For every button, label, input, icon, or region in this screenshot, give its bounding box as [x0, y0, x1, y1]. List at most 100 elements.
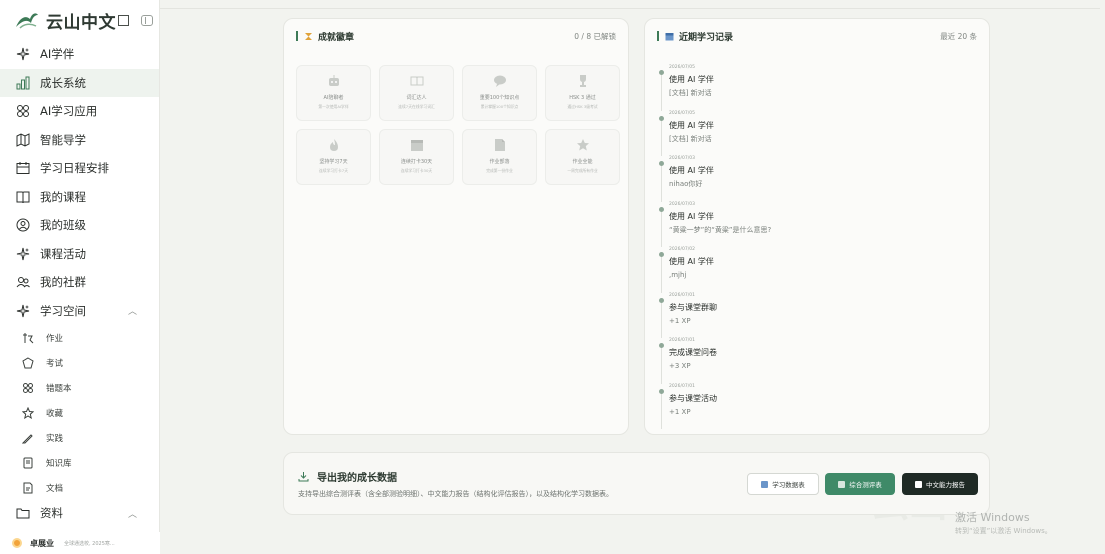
sidebar-sub-item-homework[interactable]: 作业 [0, 325, 159, 350]
accent-bar [296, 31, 298, 41]
sidebar-item-growth[interactable]: 成长系统 [0, 68, 159, 97]
badge-item[interactable]: 连续打卡30天 连续学习打卡30天 [379, 129, 454, 185]
sidebar-item-smart-guide[interactable]: 智能导学 [0, 126, 159, 155]
achievements-card: 成就徽章 0 / 8 已解锁 AI陪聊者 第一次使用AI学伴 词汇达人 连续7天… [283, 18, 629, 435]
record-title: 使用 AI 学伴 [669, 257, 714, 266]
timeline-dot [659, 388, 664, 394]
sidebar-sub-item-knowledge-base[interactable]: 知识库 [0, 450, 159, 475]
record-title: 使用 AI 学伴 [669, 211, 714, 221]
record-title: 使用 AI 学伴 [669, 75, 714, 84]
badge-name: AI陪聊者 [323, 95, 344, 101]
book-icon [16, 190, 30, 204]
avatar [12, 538, 22, 548]
record-date: 2026/07/01 [669, 292, 695, 298]
book-open-icon [22, 457, 34, 469]
note-icon [494, 139, 505, 151]
record-date: 2026/07/03 [669, 156, 695, 161]
sidebar-item-ai-apps[interactable]: AI学习应用 [0, 97, 159, 126]
sidebar-sub-item-favorites[interactable]: 收藏 [0, 400, 159, 425]
sparkle-icon [16, 47, 30, 61]
records-title: 近期学习记录 [679, 32, 734, 43]
badge-item[interactable]: 词汇达人 连续7天在线学习词汇 [379, 65, 454, 121]
sidebar-sub-item-mistakes[interactable]: 错题本 [0, 375, 159, 400]
sidebar-item-schedule[interactable]: 学习日程安排 [0, 154, 159, 183]
sidebar-item-label: 我的课程 [40, 189, 86, 204]
chevron-up-icon[interactable]: ︿ [128, 507, 137, 520]
record-detail: +3 XP [669, 362, 691, 370]
list-item[interactable]: 2026/07/02 使用 AI 学伴 ,mjhj [659, 247, 959, 293]
sidebar-collapse-button[interactable] [141, 14, 153, 26]
list-item[interactable]: 2026/07/05 使用 AI 学伴 [文档] 新对话 [659, 65, 959, 111]
badge-desc: 累计掌握100个知识点 [480, 104, 519, 109]
accent-bar [657, 31, 659, 41]
calendar-icon [410, 140, 423, 151]
user-profile[interactable]: 卓展业 全球通选校, 2025寒... [0, 532, 160, 554]
records-title-wrap: 近期学习记录 [657, 30, 733, 43]
pen-icon [22, 332, 34, 344]
list-item[interactable]: 2026/07/01 参与课堂活动 +1 XP [659, 384, 959, 430]
record-detail: ,mjhj [669, 271, 687, 279]
book-icon [410, 76, 423, 86]
sidebar-item-my-community[interactable]: 我的社群 [0, 268, 159, 297]
export-assessment-button[interactable]: 综合测评表 [825, 473, 895, 495]
export-data-table-button[interactable]: 学习数据表 [747, 473, 819, 495]
button-label: 综合测评表 [849, 481, 882, 489]
record-date: 2026/07/05 [669, 65, 695, 70]
list-item[interactable]: 2026/07/03 使用 AI 学伴 “黄粱一梦”的“黄粱”是什么意思? [659, 202, 959, 248]
sidebar-sub-item-label: 知识库 [46, 458, 72, 469]
list-item[interactable]: 2026/07/01 完成课堂问卷 +3 XP [659, 338, 959, 384]
badge-item[interactable]: 作业部落 完成第一份作业 [462, 129, 537, 185]
record-detail: +1 XP [669, 407, 691, 416]
file-icon [915, 480, 922, 488]
badge-name: HSK 3 通过 [569, 95, 596, 101]
sidebar-sub-item-label: 考试 [46, 358, 64, 369]
badge-name: 重要100个知识点 [479, 95, 520, 101]
record-detail: [文档] 新对话 [669, 134, 712, 143]
flame-icon [329, 139, 338, 151]
sidebar-item-ai-companion[interactable]: AI学伴 [0, 40, 159, 69]
list-item[interactable]: 2026/07/03 使用 AI 学伴 nihao你好 [659, 156, 959, 202]
list-item[interactable]: 2026/07/05 使用 AI 学伴 [文档] 新对话 [659, 111, 959, 157]
sidebar-item-label: 课程活动 [40, 246, 86, 261]
sidebar-item-my-courses[interactable]: 我的课程 [0, 183, 159, 212]
list-item[interactable]: 2026/07/01 参与课堂群聊 +1 XP [659, 293, 959, 339]
sidebar-item-label: 智能导学 [40, 132, 86, 147]
badge-name: 作业部落 [489, 159, 510, 165]
badge-name: 作业全能 [572, 159, 593, 165]
file-icon [22, 482, 34, 494]
records-header: 近期学习记录 最近 20 条 [645, 19, 989, 53]
logo-row: 云山中文 [0, 0, 159, 40]
record-date: 2026/07/05 [669, 110, 695, 116]
top-divider [160, 8, 1100, 9]
badge-desc: 完成第一份作业 [486, 168, 513, 173]
grid-icon [16, 104, 30, 118]
sidebar-item-label: 我的班级 [40, 218, 86, 233]
badge-desc: 连续7天在线学习词汇 [398, 104, 435, 109]
download-icon [298, 472, 309, 482]
button-label: 学习数据表 [772, 481, 805, 489]
brand-logo-icon [16, 13, 38, 29]
sidebar-sub-item-documents[interactable]: 文档 [0, 475, 159, 500]
sidebar-item-label: AI学习应用 [40, 104, 98, 119]
badge-item[interactable]: 作业全能 一周完成所有作业 [545, 129, 620, 185]
sidebar-item-materials[interactable]: 资料 ︿ [0, 500, 159, 526]
export-report-button[interactable]: 中文能力报告 [902, 473, 978, 495]
sidebar-item-my-class[interactable]: 我的班级 [0, 211, 159, 240]
timeline-dot [659, 206, 664, 212]
windows-activation-subtitle: 转到“设置”以激活 Windows。 [955, 527, 1052, 535]
sidebar-sub-item-exam[interactable]: 考试 [0, 350, 159, 375]
badge-item[interactable]: AI陪聊者 第一次使用AI学伴 [296, 65, 371, 121]
robot-icon [328, 75, 339, 86]
badge-item[interactable]: HSK 3 通过 通过HSK 3级考试 [545, 65, 620, 121]
sidebar-item-course-activities[interactable]: 课程活动 [0, 240, 159, 269]
sidebar-item-learning-space[interactable]: 学习空间 ︿ [0, 297, 159, 326]
button-label: 中文能力报告 [926, 481, 965, 489]
badge-name: 坚持学习7天 [319, 159, 348, 165]
record-date: 2026/07/02 [669, 247, 695, 252]
timeline-dot [659, 115, 664, 121]
chevron-up-icon[interactable]: ︿ [128, 304, 137, 317]
badge-item[interactable]: 坚持学习7天 连续学习打卡7天 [296, 129, 371, 185]
record-detail: +1 XP [669, 316, 691, 325]
sidebar-sub-item-practice[interactable]: 实践 [0, 425, 159, 450]
badge-item[interactable]: 重要100个知识点 累计掌握100个知识点 [462, 65, 537, 121]
